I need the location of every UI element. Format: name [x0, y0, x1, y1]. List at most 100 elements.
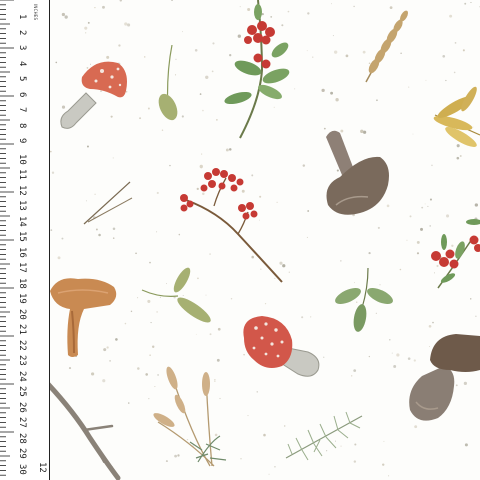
speckle-dot: [95, 228, 98, 231]
ruler-tick-label: 14: [17, 215, 27, 227]
ruler-tick-label: 22: [17, 339, 27, 351]
speckle-dot: [427, 205, 429, 207]
speckle-dot: [94, 7, 96, 9]
speckle-dot: [330, 91, 334, 95]
chanterelle-mushroom-icon: [50, 278, 117, 357]
speckle-dot: [302, 164, 306, 167]
ruler-tick-label: 15: [17, 231, 27, 242]
speckle-dot: [416, 252, 420, 255]
speckle-dot: [124, 322, 127, 325]
ruler-tick-label: 25: [17, 386, 27, 397]
speckle-dot: [161, 129, 164, 131]
ruler-tick-label: 27: [17, 417, 27, 428]
speckle-dot: [454, 42, 457, 44]
speckle-dot: [112, 237, 115, 239]
speckle-dot: [51, 171, 55, 174]
speckle-dot: [470, 1, 472, 3]
speckle-dot: [321, 88, 325, 93]
speckle-dot: [412, 133, 414, 135]
fly-agaric-mushroom-icon: [60, 61, 127, 129]
ruler-tick-label: 6: [17, 91, 27, 97]
speckle-dot: [414, 425, 418, 429]
speckle-dot: [420, 227, 423, 231]
speckle-dot: [306, 236, 308, 238]
fir-branch-icon: [285, 411, 363, 461]
twig-icon: [45, 382, 121, 480]
speckle-dot: [225, 148, 229, 152]
speckle-dot: [288, 271, 290, 273]
speckle-dot: [377, 226, 380, 229]
speckle-dot: [330, 3, 332, 5]
speckle-dot: [459, 154, 462, 157]
speckle-dot: [127, 23, 131, 27]
fly-agaric-mushroom-2-icon: [243, 316, 320, 377]
speckle-dot: [424, 203, 426, 205]
speckle-dot: [137, 367, 140, 370]
speckle-dot: [137, 297, 139, 299]
speckle-dot: [86, 145, 89, 148]
ruler-tick-label: 4: [17, 60, 27, 66]
speckle-dot: [124, 22, 128, 26]
single-green-leaf-icon: [158, 45, 178, 121]
speckle-dot: [87, 21, 90, 24]
ruler-tick-label: 24: [17, 370, 27, 382]
speckle-dot: [453, 71, 456, 74]
speckle-dot: [195, 333, 197, 335]
speckle-dot: [368, 252, 371, 255]
speckle-dot: [368, 355, 371, 358]
speckle-dot: [382, 463, 385, 466]
ruler-tick-label: 11: [17, 169, 27, 180]
speckle-dot: [130, 310, 133, 313]
speckle-dot: [409, 215, 412, 218]
speckle-dot: [181, 115, 184, 118]
measurement-ruler: INCHES 1 2 3 4 5 6 7 8 9 10 11 12 13 14 15 16 17 18 19 20 21…: [0, 0, 50, 480]
speckle-dot: [335, 98, 339, 102]
ruler-tick-label: 18: [17, 277, 27, 289]
speckle-dot: [199, 93, 202, 95]
speckle-dot: [428, 324, 432, 328]
speckle-dot: [306, 50, 308, 52]
speckle-dot: [268, 473, 270, 475]
speckle-dot: [312, 56, 314, 58]
speckle-dot: [445, 79, 447, 82]
speckle-dot: [182, 31, 183, 33]
speckle-dot: [263, 433, 266, 437]
speckle-dot: [345, 54, 349, 58]
speckle-dot: [474, 203, 478, 207]
speckle-dot: [109, 359, 111, 362]
ruler-tick-label: 5: [17, 76, 27, 82]
speckle-dot: [406, 239, 408, 241]
speckle-dot: [464, 2, 467, 5]
speckle-dot: [135, 252, 137, 255]
speckle-dot: [230, 298, 233, 300]
speckle-dot: [408, 86, 410, 88]
speckle-dot: [307, 210, 310, 212]
ruler-tick-label: 2: [17, 29, 27, 35]
speckle-dot: [68, 367, 72, 370]
speckle-dot: [307, 12, 310, 15]
speckle-dot: [50, 229, 53, 232]
wheat-ear-icon: [365, 10, 408, 83]
dry-grass-bouquet-icon: [153, 366, 227, 467]
speckle-dot: [147, 107, 150, 110]
speckle-dot: [169, 164, 171, 167]
speckle-dot: [98, 233, 101, 237]
speckle-dot: [143, 56, 146, 58]
ruler-tick-label: 30: [17, 463, 27, 475]
ruler-tick-label: 9: [17, 138, 27, 144]
speckle-dot: [256, 391, 258, 393]
speckle-dot: [205, 75, 209, 79]
speckle-dot: [334, 50, 338, 54]
speckle-dot: [84, 26, 88, 30]
ruler-tick-label: 28: [17, 432, 27, 444]
golden-leaves-icon: [433, 86, 480, 147]
ruler-tick-label: 10: [17, 153, 27, 165]
speckle-dot: [391, 352, 393, 354]
speckle-dot: [353, 369, 357, 372]
speckle-dot: [464, 443, 468, 447]
ruler-tick-label: 17: [17, 262, 27, 273]
speckle-dot: [462, 49, 465, 52]
speckle-dot: [351, 375, 353, 377]
speckle-dot: [425, 79, 427, 81]
speckle-dot: [247, 414, 249, 417]
